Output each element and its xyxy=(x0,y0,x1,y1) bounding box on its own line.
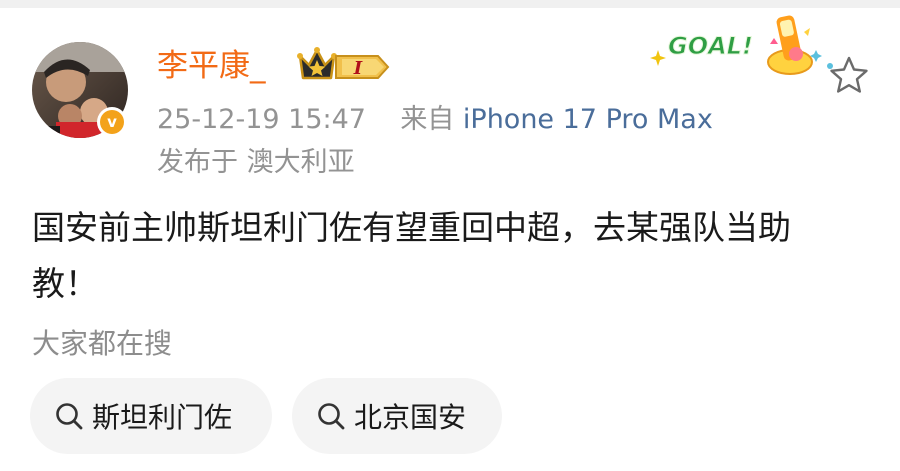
goal-sticker-icon: GOAL! xyxy=(650,15,833,75)
level-badge[interactable]: I xyxy=(296,44,392,86)
verified-badge: v xyxy=(97,107,127,137)
source-prefix: 来自 xyxy=(400,104,455,135)
post-meta: 25-12-19 15:47 来自 iPhone 17 Pro Max xyxy=(157,100,713,140)
author-name[interactable]: 李平康_ xyxy=(157,42,266,90)
post-location: 发布于 澳大利亚 xyxy=(157,147,355,178)
source-device-link[interactable]: iPhone 17 Pro Max xyxy=(463,104,713,135)
search-chip-label: 北京国安 xyxy=(354,401,467,434)
goal-text: GOAL! xyxy=(668,32,753,60)
trending-search-heading: 大家都在搜 xyxy=(32,327,173,360)
search-icon xyxy=(56,403,83,430)
crown-level-icon: I xyxy=(297,47,390,80)
level-text: I xyxy=(353,58,363,79)
top-divider-strip xyxy=(0,0,900,8)
search-icon xyxy=(318,403,345,430)
post-content: 国安前主帅斯坦利门佐有望重回中超，去某强队当助教！ xyxy=(32,208,791,303)
star-icon xyxy=(830,56,868,93)
favorite-star-button[interactable] xyxy=(828,54,870,96)
search-chip[interactable]: 斯坦利门佐 xyxy=(30,378,272,454)
post-timestamp: 25-12-19 15:47 xyxy=(157,104,366,135)
search-chip[interactable]: 北京国安 xyxy=(292,378,502,454)
goal-sticker[interactable]: GOAL! xyxy=(650,14,840,86)
verified-badge-letter: v xyxy=(100,110,124,134)
search-chip-label: 斯坦利门佐 xyxy=(92,401,233,434)
